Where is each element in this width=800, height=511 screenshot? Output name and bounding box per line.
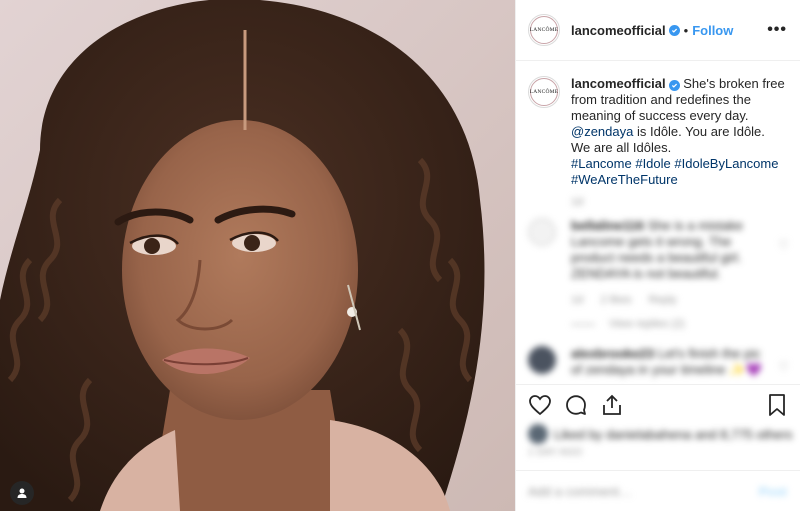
post-photo[interactable] <box>0 0 515 511</box>
caption-author-avatar[interactable]: LANCÔME <box>528 76 560 108</box>
commenter-username[interactable]: alexbrooke23 <box>571 346 654 361</box>
caption-text: lancomeofficial She's broken free from t… <box>571 76 786 188</box>
comment-like-icon[interactable]: ♡ <box>778 360 789 374</box>
mention-link[interactable]: @zendaya <box>571 124 633 139</box>
verified-badge-icon <box>668 24 680 36</box>
comment-item: alexbrooke23 Let's finish the pic of zen… <box>516 330 800 378</box>
add-comment-input[interactable] <box>528 483 759 499</box>
like-heart-icon[interactable] <box>528 394 552 416</box>
author-username[interactable]: lancomeofficial <box>571 23 666 38</box>
view-replies-label[interactable]: View replies (2) <box>609 318 685 330</box>
reply-button[interactable]: Reply <box>649 294 677 306</box>
likes-text[interactable]: Liked by danielabahena and 8,775 others <box>554 427 793 442</box>
comment-item: bellaline116 She is a mistake Lancome ge… <box>516 208 800 308</box>
comments-scroll-area[interactable]: LANCÔME lancomeofficial She's broken fre… <box>516 62 800 384</box>
separator-dot: • <box>683 22 689 38</box>
post-header: LANCÔME lancomeofficial • Follow ••• <box>516 0 800 61</box>
tagged-user-button[interactable] <box>10 481 34 505</box>
author-avatar[interactable]: LANCÔME <box>528 14 560 46</box>
person-icon <box>17 488 27 498</box>
hashtag-link[interactable]: #Idole <box>635 156 670 171</box>
bookmark-icon[interactable] <box>767 393 787 417</box>
post-timestamp: 1 DAY AGO <box>528 447 583 458</box>
view-replies-button[interactable]: View replies (2) <box>571 318 800 330</box>
likes-summary[interactable]: Liked by danielabahena and 8,775 others <box>528 424 793 444</box>
hashtag-link[interactable]: #IdoleByLancome <box>674 156 778 171</box>
hashtag-link[interactable]: #WeAreTheFuture <box>571 172 678 187</box>
follow-button[interactable]: Follow <box>692 23 733 38</box>
liker-avatar <box>528 424 548 444</box>
portrait-image <box>0 0 515 511</box>
hashtag-link[interactable]: #Lancome <box>571 156 632 171</box>
replies-divider <box>571 323 595 325</box>
more-options-icon[interactable]: ••• <box>767 21 787 39</box>
brand-logo: LANCÔME <box>530 78 558 106</box>
comment-likes[interactable]: 2 likes <box>600 294 631 306</box>
add-comment-bar: Post <box>516 470 800 511</box>
brand-logo: LANCÔME <box>530 16 558 44</box>
commenter-username[interactable]: bellaline116 <box>571 218 644 233</box>
commenter-avatar[interactable] <box>528 218 556 246</box>
verified-badge-icon <box>668 80 680 91</box>
post-actions-bar <box>516 384 800 424</box>
post-side-panel: LANCÔME lancomeofficial • Follow ••• LAN… <box>515 0 800 511</box>
caption-username[interactable]: lancomeofficial <box>571 76 666 91</box>
comment-like-icon[interactable]: ♡ <box>778 238 789 252</box>
comment-bubble-icon[interactable] <box>564 393 588 417</box>
comment-time: 1d <box>571 294 584 306</box>
commenter-avatar[interactable] <box>528 346 556 374</box>
post-caption: LANCÔME lancomeofficial She's broken fre… <box>516 62 800 188</box>
post-comment-button[interactable]: Post <box>759 484 787 499</box>
share-icon[interactable] <box>600 393 624 417</box>
caption-time: 1d <box>571 196 584 208</box>
